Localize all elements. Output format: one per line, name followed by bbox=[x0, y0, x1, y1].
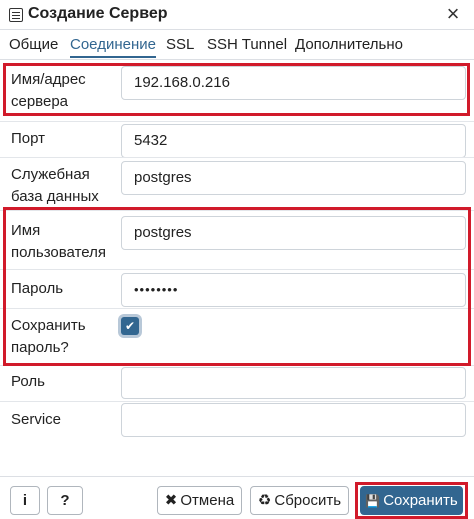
info-button[interactable]: i bbox=[10, 486, 40, 515]
tab-connection[interactable]: Соединение bbox=[70, 36, 156, 58]
service-input[interactable] bbox=[121, 403, 466, 437]
recycle-icon: ♻ bbox=[257, 492, 272, 509]
form-row-service: Service bbox=[0, 402, 474, 442]
host-highlight-frame bbox=[3, 63, 470, 116]
dialog-title: Создание Сервер bbox=[28, 5, 168, 22]
help-icon: ? bbox=[60, 492, 70, 509]
tab-ssh-tunnel[interactable]: SSH Tunnel bbox=[207, 36, 287, 53]
reset-button[interactable]: ♻ Сбросить bbox=[250, 486, 349, 515]
tab-bar: Общие Соединение SSL SSH Tunnel Дополнит… bbox=[0, 30, 474, 60]
form-row-maintenance-db: Служебная база данных postgres bbox=[0, 158, 474, 208]
close-icon[interactable]: × bbox=[442, 3, 464, 25]
tab-advanced[interactable]: Дополнительно bbox=[295, 36, 403, 53]
form-row-port: Порт 5432 bbox=[0, 122, 474, 158]
maintenance-db-label: Служебная база данных bbox=[11, 166, 99, 205]
tab-general[interactable]: Общие bbox=[9, 36, 58, 53]
save-highlight-frame bbox=[355, 482, 468, 519]
close-icon: ✖ bbox=[164, 492, 178, 509]
tab-ssl[interactable]: SSL bbox=[166, 36, 194, 53]
cancel-label: Отмена bbox=[180, 492, 235, 509]
credentials-highlight-frame bbox=[3, 207, 471, 366]
help-button[interactable]: ? bbox=[47, 486, 83, 515]
service-label: Service bbox=[11, 411, 62, 428]
role-label: Роль bbox=[11, 373, 45, 390]
form-row-role: Роль bbox=[0, 366, 474, 402]
port-label: Порт bbox=[11, 130, 46, 147]
server-icon bbox=[9, 8, 23, 22]
reset-label: Сбросить bbox=[274, 492, 342, 509]
role-input[interactable] bbox=[121, 367, 466, 399]
maintenance-db-input[interactable]: postgres bbox=[121, 161, 466, 195]
dialog-titlebar: Создание Сервер × bbox=[0, 0, 474, 30]
info-icon: i bbox=[22, 492, 28, 509]
cancel-button[interactable]: ✖ Отмена bbox=[157, 486, 242, 515]
port-input[interactable]: 5432 bbox=[121, 124, 466, 158]
